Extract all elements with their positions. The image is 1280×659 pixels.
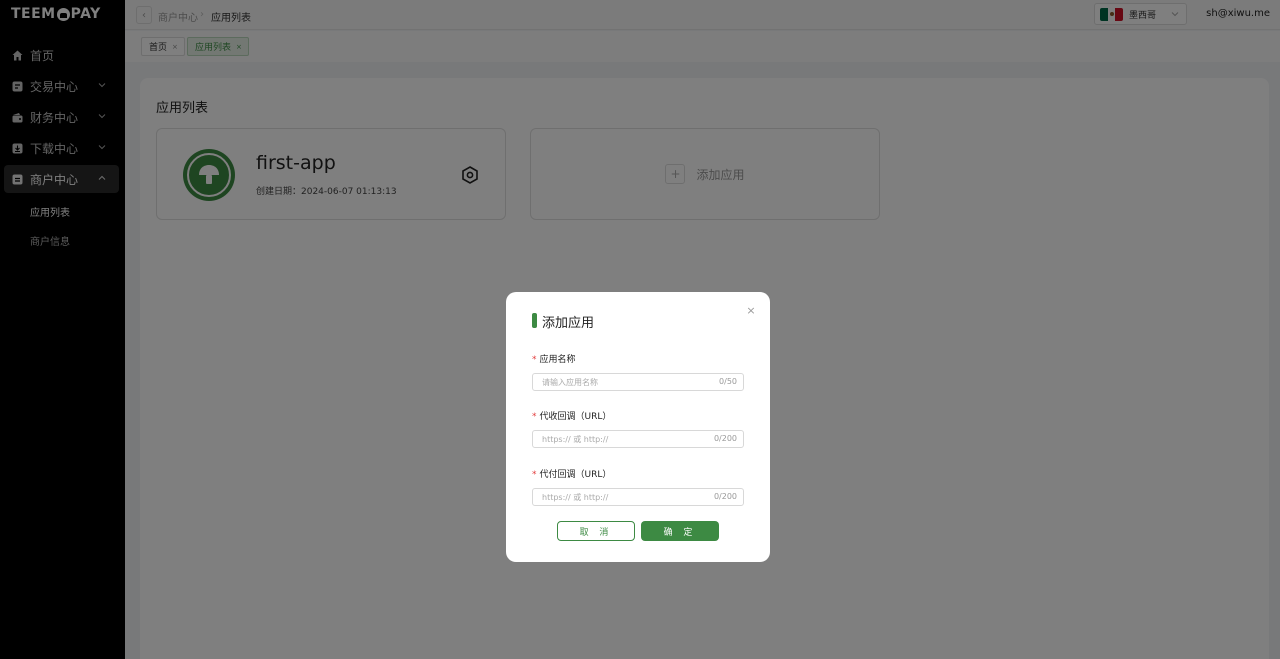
required-mark: * (532, 412, 537, 422)
field-label-text: 应用名称 (539, 355, 576, 365)
add-app-dialog: 添加应用 × *应用名称 0/50 *代收回调（URL） 0/200 *代付回调… (506, 292, 770, 562)
close-icon[interactable]: × (745, 305, 757, 317)
char-counter: 0/200 (713, 434, 737, 443)
collect-callback-label: * 代收回调（URL） (532, 409, 611, 422)
app-name-label: * 应用名称 (532, 352, 576, 365)
payout-callback-input[interactable] (533, 489, 703, 505)
app-name-field[interactable]: 0/50 (532, 373, 744, 391)
cancel-button[interactable]: 取 消 (557, 521, 635, 541)
payout-callback-label: * 代付回调（URL） (532, 467, 611, 480)
title-accent-bar (532, 313, 537, 328)
collect-callback-input[interactable] (533, 431, 703, 447)
payout-callback-field[interactable]: 0/200 (532, 488, 744, 506)
char-counter: 0/50 (719, 377, 737, 386)
field-label-text: 代付回调（URL） (539, 470, 612, 480)
collect-callback-field[interactable]: 0/200 (532, 430, 744, 448)
char-counter: 0/200 (713, 492, 737, 501)
dialog-title: 添加应用 (542, 316, 595, 331)
confirm-button[interactable]: 确 定 (641, 521, 719, 541)
field-label-text: 代收回调（URL） (539, 412, 612, 422)
required-mark: * (532, 355, 537, 365)
app-name-input[interactable] (533, 374, 703, 390)
required-mark: * (532, 470, 537, 480)
